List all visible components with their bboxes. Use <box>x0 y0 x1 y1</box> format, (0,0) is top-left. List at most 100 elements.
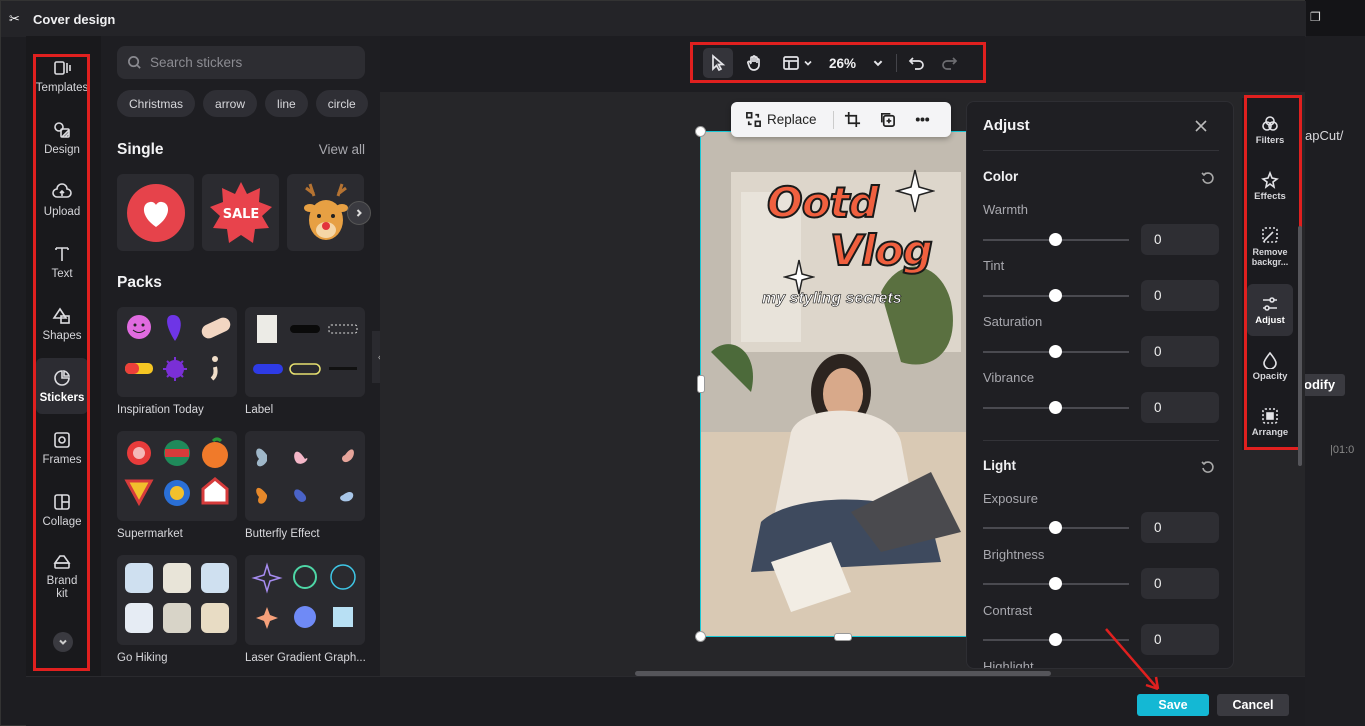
tint-value-input[interactable]: 0 <box>1141 280 1219 311</box>
inspiration-pack-preview-icon <box>125 315 231 381</box>
slider-knob[interactable] <box>1049 289 1062 302</box>
light-reset-button[interactable] <box>1201 460 1215 474</box>
pack-inspiration-today-name: Inspiration Today <box>117 404 204 416</box>
more-options-icon[interactable] <box>914 111 931 128</box>
label-pack-preview-icon <box>253 315 358 375</box>
exposure-value-input[interactable]: 0 <box>1141 512 1219 543</box>
warmth-label: Warmth <box>983 202 1029 217</box>
resize-handle-left[interactable] <box>697 375 705 393</box>
pack-inspiration-today[interactable] <box>117 307 237 397</box>
sticker-sale[interactable]: SALE <box>202 174 279 251</box>
tool-effects-label: Effects <box>1254 190 1286 202</box>
background-modify-button[interactable]: odify <box>1298 374 1345 396</box>
nav-design[interactable]: Design <box>36 110 88 166</box>
slider-knob[interactable] <box>1049 577 1062 590</box>
search-icon <box>128 56 141 69</box>
saturation-value-input[interactable]: 0 <box>1141 336 1219 367</box>
nav-upload[interactable]: Upload <box>36 172 88 228</box>
nav-collage[interactable]: Collage <box>36 482 88 538</box>
restore-window-icon[interactable]: ❐ <box>1310 10 1321 24</box>
slider-knob[interactable] <box>1049 233 1062 246</box>
warmth-slider[interactable] <box>983 233 1129 247</box>
nav-stickers[interactable]: Stickers <box>36 358 88 414</box>
cover-title-ootd[interactable]: Ootd <box>766 177 880 228</box>
right-tool-bar: Filters Effects Remove backgr... Adjust … <box>1242 98 1300 450</box>
zoom-dropdown-button[interactable] <box>866 48 890 78</box>
saturation-slider[interactable] <box>983 345 1129 359</box>
sticker-search-input[interactable] <box>150 55 350 70</box>
nav-stickers-label: Stickers <box>39 391 85 404</box>
vertical-scrollbar[interactable] <box>1298 226 1302 466</box>
close-icon <box>1195 120 1207 132</box>
nav-templates[interactable]: Templates <box>36 48 88 104</box>
tint-slider[interactable] <box>983 289 1129 303</box>
chip-christmas[interactable]: Christmas <box>117 90 196 117</box>
pack-butterfly-effect[interactable] <box>245 431 365 521</box>
nav-more-button[interactable] <box>53 632 73 652</box>
contrast-label: Contrast <box>983 603 1033 618</box>
title-bar: ✂ Cover design <box>1 1 1306 37</box>
chip-arrow[interactable]: arrow <box>203 90 258 117</box>
tool-remove-background[interactable]: Remove backgr... <box>1247 216 1293 276</box>
chip-circle[interactable]: circle <box>315 90 368 117</box>
brightness-label: Brightness <box>983 547 1045 562</box>
hand-tool-button[interactable] <box>739 48 769 78</box>
resize-handle-bottom[interactable] <box>834 633 852 641</box>
slider-knob[interactable] <box>1049 401 1062 414</box>
undo-button[interactable] <box>903 48 931 78</box>
layout-icon <box>782 56 799 70</box>
pack-laser-gradient[interactable] <box>245 555 365 645</box>
chip-line[interactable]: line <box>265 90 308 117</box>
select-tool-button[interactable] <box>703 48 733 78</box>
nav-shapes-label: Shapes <box>42 329 82 342</box>
nav-brand-kit-label: Brand kit <box>46 575 78 600</box>
laser-gradient-pack-preview-icon <box>251 562 356 629</box>
brightness-slider[interactable] <box>983 577 1129 591</box>
replace-button[interactable]: Replace <box>767 112 817 127</box>
tool-opacity[interactable]: Opacity <box>1247 340 1293 392</box>
design-icon <box>54 121 70 138</box>
vibrance-slider[interactable] <box>983 401 1129 415</box>
nav-text[interactable]: Text <box>36 234 88 290</box>
slider-knob[interactable] <box>1049 633 1062 646</box>
sticker-heart[interactable] <box>117 174 194 251</box>
pack-supermarket[interactable] <box>117 431 237 521</box>
nav-brand-kit[interactable]: Brand kit <box>36 544 88 608</box>
warmth-value-input[interactable]: 0 <box>1141 224 1219 255</box>
cover-title-vlog[interactable]: Vlog <box>829 225 934 276</box>
resize-handle-top-left[interactable] <box>695 126 706 137</box>
replace-icon <box>746 112 761 127</box>
vibrance-value-input[interactable]: 0 <box>1141 392 1219 423</box>
layout-dropdown-button[interactable] <box>777 48 817 78</box>
chevron-right-icon <box>356 209 362 217</box>
cancel-button[interactable]: Cancel <box>1217 694 1289 716</box>
pack-label[interactable] <box>245 307 365 397</box>
slider-knob[interactable] <box>1049 521 1062 534</box>
sparkle-icon <box>895 169 935 213</box>
redo-button[interactable] <box>935 48 963 78</box>
tool-adjust[interactable]: Adjust <box>1247 284 1293 336</box>
pack-butterfly-effect-name: Butterfly Effect <box>245 528 320 540</box>
view-all-link[interactable]: View all <box>319 142 365 157</box>
color-reset-button[interactable] <box>1201 171 1215 185</box>
pack-go-hiking[interactable] <box>117 555 237 645</box>
duplicate-icon[interactable] <box>879 111 896 128</box>
adjust-close-button[interactable] <box>1193 118 1209 134</box>
tool-effects[interactable]: Effects <box>1247 160 1293 212</box>
tool-filters[interactable]: Filters <box>1247 104 1293 156</box>
vibrance-label: Vibrance <box>983 370 1035 385</box>
brightness-value-input[interactable]: 0 <box>1141 568 1219 599</box>
single-next-button[interactable] <box>347 201 371 225</box>
capcut-logo-icon: ✂ <box>9 11 20 26</box>
nav-shapes[interactable]: Shapes <box>36 296 88 352</box>
tool-arrange[interactable]: Arrange <box>1247 396 1293 448</box>
resize-handle-bottom-left[interactable] <box>695 631 706 642</box>
crop-icon[interactable] <box>844 111 861 128</box>
exposure-slider[interactable] <box>983 521 1129 535</box>
chevron-down-icon <box>803 60 812 66</box>
sticker-search-box[interactable] <box>117 46 365 79</box>
zoom-level[interactable]: 26% <box>829 56 856 71</box>
single-section-title: Single <box>117 141 164 158</box>
slider-knob[interactable] <box>1049 345 1062 358</box>
nav-frames[interactable]: Frames <box>36 420 88 476</box>
